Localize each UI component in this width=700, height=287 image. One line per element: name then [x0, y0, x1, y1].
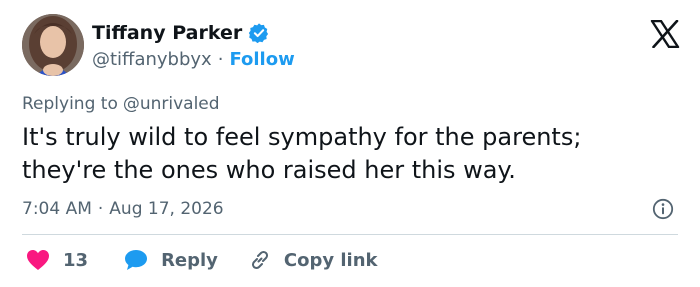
avatar[interactable]	[22, 14, 84, 76]
replying-to: Replying to @unrivaled	[22, 93, 220, 115]
reply-label: Reply	[161, 249, 218, 271]
copy-link-label: Copy link	[283, 249, 378, 271]
follow-button[interactable]: Follow	[229, 49, 294, 70]
handle-row: @tiffanybbyx · Follow	[92, 47, 295, 71]
copy-link-button[interactable]: Copy link	[248, 248, 378, 272]
verified-badge-icon	[249, 23, 269, 44]
heart-icon	[27, 250, 49, 270]
reply-mention[interactable]: @unrivaled	[123, 94, 220, 114]
like-button[interactable]: 13	[26, 249, 88, 271]
avatar-image	[22, 14, 84, 76]
tweet-embed: Tiffany Parker @tiffanybbyx · Follow Rep…	[0, 0, 700, 287]
tweet-text: It's truly wild to feel sympathy for the…	[22, 123, 582, 184]
x-logo-icon[interactable]	[650, 20, 680, 48]
link-icon	[251, 250, 268, 270]
separator-dot: ·	[217, 48, 224, 70]
tweet-date: Aug 17, 2026	[109, 199, 224, 219]
action-bar: 13 Reply Copy link	[26, 247, 378, 273]
info-icon[interactable]	[652, 198, 674, 220]
timestamp-separator: ·	[97, 199, 104, 219]
speech-bubble-icon	[125, 250, 148, 270]
author-handle[interactable]: @tiffanybbyx	[92, 49, 212, 70]
replying-to-prefix: Replying to	[22, 94, 118, 114]
reply-button[interactable]: Reply	[124, 249, 218, 271]
like-count: 13	[63, 249, 89, 271]
tweet-timestamp[interactable]: 7:04 AM · Aug 17, 2026	[22, 198, 224, 220]
author-name-row: Tiffany Parker	[92, 20, 270, 46]
tweet-time: 7:04 AM	[22, 199, 92, 219]
display-name[interactable]: Tiffany Parker	[92, 22, 242, 44]
divider	[22, 234, 678, 235]
